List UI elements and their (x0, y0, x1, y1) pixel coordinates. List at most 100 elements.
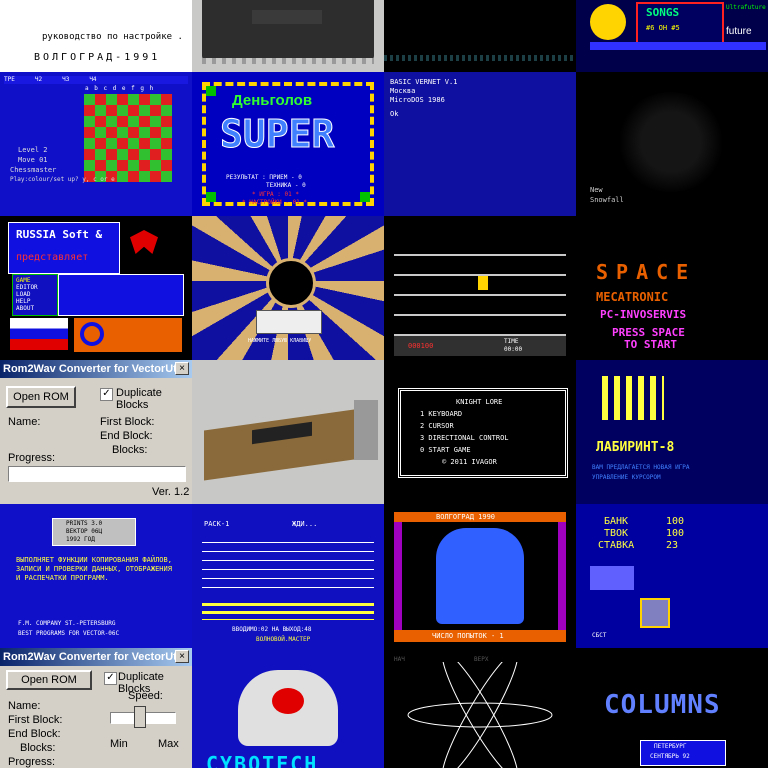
invoservis-brand: PC-INVOSERVIS (600, 308, 687, 321)
progress-bar (8, 466, 186, 482)
rask-a: РАСК-1 (204, 520, 230, 528)
name-label: Name: (8, 700, 41, 712)
tile-chessmaster: ТРЕ Ч2 Ч3 Ч4 a b c d e f g h Level 2 Move 0… (0, 72, 192, 216)
tile-dengolov: Деньголов SUPER РЕЗУЛЬТАТ : ПРИЕМ - 0 ТЕ… (192, 72, 384, 216)
rs-blue-panel (58, 274, 184, 316)
cybotech-title: CYBOTECH (206, 752, 319, 768)
frame-right (558, 512, 566, 642)
frame-left (394, 512, 402, 642)
chip-pins (202, 58, 374, 64)
blocks-label: Blocks: (20, 742, 56, 754)
chess-menu-2[interactable]: Ч2 (35, 76, 42, 83)
end-block-label: End Block: (100, 430, 153, 442)
songs-side: Ultrafuture (726, 4, 766, 11)
tile-pcb-photo (192, 360, 384, 504)
snow-cloud (616, 92, 726, 192)
progress-label: Progress: (8, 756, 56, 768)
bank-k1: БАНК (604, 516, 629, 527)
chip-body (202, 0, 374, 60)
cybo-eye (272, 688, 304, 714)
rs-menu-2[interactable]: EDITOR (16, 284, 38, 291)
basic-l4: Ok (390, 110, 399, 118)
mecatronic-brand: MECATRONIC (596, 290, 669, 304)
bank-v2: 100 (666, 528, 685, 539)
columns-b2: СЕНТЯБРЬ 92 (650, 753, 690, 760)
speed-min-label: Min (110, 738, 128, 750)
rs-menu-5[interactable]: ABOUT (16, 305, 34, 312)
tile-dark-screen (384, 0, 576, 72)
snow-l1: New (590, 186, 603, 194)
tile-songs: SONGS #6 ОН #5 Ultrafuture future (576, 0, 768, 72)
kl-opt-2[interactable]: 2 CURSOR (420, 422, 454, 430)
duplicate-blocks-checkbox[interactable]: ✓ (100, 388, 113, 401)
rs-title: RUSSIA Soft & (16, 228, 103, 241)
chess-files: a b c d e f g h (85, 85, 155, 92)
speed-slider-thumb[interactable] (134, 706, 146, 728)
chess-menu-3[interactable]: Ч3 (62, 76, 69, 83)
eagle-icon (130, 230, 158, 254)
chip-label (252, 10, 322, 24)
rs-menu-1[interactable]: GAME (16, 277, 30, 284)
volgograd-title: ВОЛГОГРАД 1990 (436, 513, 496, 521)
duplicate-blocks-checkbox[interactable]: ✓ (104, 672, 117, 685)
basic-l1: BASIC VERNET V.1 (390, 78, 458, 86)
dengolov-super: SUPER (219, 112, 335, 157)
bank-k3: СТАВКА (598, 540, 635, 551)
bank-foot: СБСТ (592, 632, 607, 639)
close-icon[interactable]: × (175, 650, 189, 663)
game-time: 00:00 (504, 346, 523, 353)
labirint-info1: ВАМ ПРЕДЛАГАЕТСЯ НОВАЯ ИГРА (592, 464, 690, 471)
tile-manual-title: руководство по настройке . ВОЛГОГРАД-199… (0, 0, 192, 72)
open-rom-button[interactable]: Open ROM (6, 386, 76, 408)
open-rom-button[interactable]: Open ROM (6, 670, 92, 690)
columns-title: COLUMNS (604, 690, 721, 720)
tile-labirint: ЛАБИРИНТ-8 ВАМ ПРЕДЛАГАЕТСЯ НОВАЯ ИГРА У… (576, 360, 768, 504)
dengolov-result: РЕЗУЛЬТАТ : ПРИЕМ - 0 (226, 174, 302, 181)
close-icon[interactable]: × (175, 362, 189, 375)
rs-menu-3[interactable]: LOAD (16, 291, 30, 298)
rs-menu-4[interactable]: HELP (16, 298, 30, 305)
tile-volgograd-1990: ВОЛГОГРАД 1990 ЧИСЛО ПОПЫТОК - 1 (384, 504, 576, 648)
tile-rom2wav-dialog: Rom2Wav Converter for VectorUtic × Open … (0, 360, 192, 504)
rask-b: ЖДИ... (292, 520, 318, 528)
chess-menu-4[interactable]: Ч4 (89, 76, 96, 83)
player-sprite (478, 276, 488, 290)
prints-body: ВЫПОЛНЯЕТ ФУНКЦИИ КОПИРОВАНИЯ ФАЙЛОВ, ЗА… (16, 556, 172, 582)
blocks-label: Blocks: (112, 444, 148, 456)
cat-logo-icon (590, 4, 626, 40)
basic-l3: MicroDOS 1986 (390, 96, 445, 104)
maze-logo (602, 376, 664, 420)
screenshot-grid: руководство по настройке . ВОЛГОГРАД-199… (0, 0, 768, 768)
kl-opt-4[interactable]: 0 START GAME (420, 446, 471, 454)
chess-menu-1[interactable]: ТРЕ (4, 76, 15, 83)
copyright-icon (80, 322, 104, 346)
tile-chip-photo (192, 0, 384, 72)
labirint-title: ЛАБИРИНТ-8 (596, 440, 675, 455)
tile-knight-lore: KNIGHT LORE 1 KEYBOARD 2 CURSOR 3 DIRECT… (384, 360, 576, 504)
basic-l2: Москва (390, 87, 416, 95)
rs-sub: представляет (16, 252, 89, 263)
chess-move: Move 01 (18, 156, 48, 164)
rask-foot2: ВОЛНОВОЙ.МАСТЕР (256, 636, 311, 643)
corner-tl (206, 86, 216, 96)
chess-program: Chessmaster (10, 166, 57, 174)
kl-opt-1[interactable]: 1 KEYBOARD (420, 410, 462, 418)
tile-rask: РАСК-1 ЖДИ... ВВОДИМО:02 НА ВЫХОД:48 ВОЛ… (192, 504, 384, 648)
tile-cybotech: CYBOTECH (192, 648, 384, 768)
kl-opt-3[interactable]: 3 DIRECTIONAL CONTROL (420, 434, 509, 442)
tile-snowfall: New Snowfall (576, 72, 768, 216)
dengolov-tech: ТЕХНИКА - 0 (266, 182, 306, 189)
dengolov-speed: * ИГРА : 01 * (252, 191, 299, 198)
tile-platform-game: 000100 TIME 00:00 (384, 216, 576, 360)
progress-label: Progress: (8, 452, 56, 464)
duplicate-blocks-label: Duplicate Blocks (116, 387, 162, 411)
bank-chip-icon (640, 598, 670, 628)
pcb-board (204, 409, 354, 481)
speed-max-label: Max (158, 738, 179, 750)
space-logo: SPACE (596, 260, 697, 284)
chess-board[interactable] (84, 94, 172, 182)
to-start: TO START (624, 338, 677, 351)
songs-stripe (590, 42, 766, 50)
rask-lines (202, 534, 374, 594)
game-score: 000100 (408, 342, 434, 350)
